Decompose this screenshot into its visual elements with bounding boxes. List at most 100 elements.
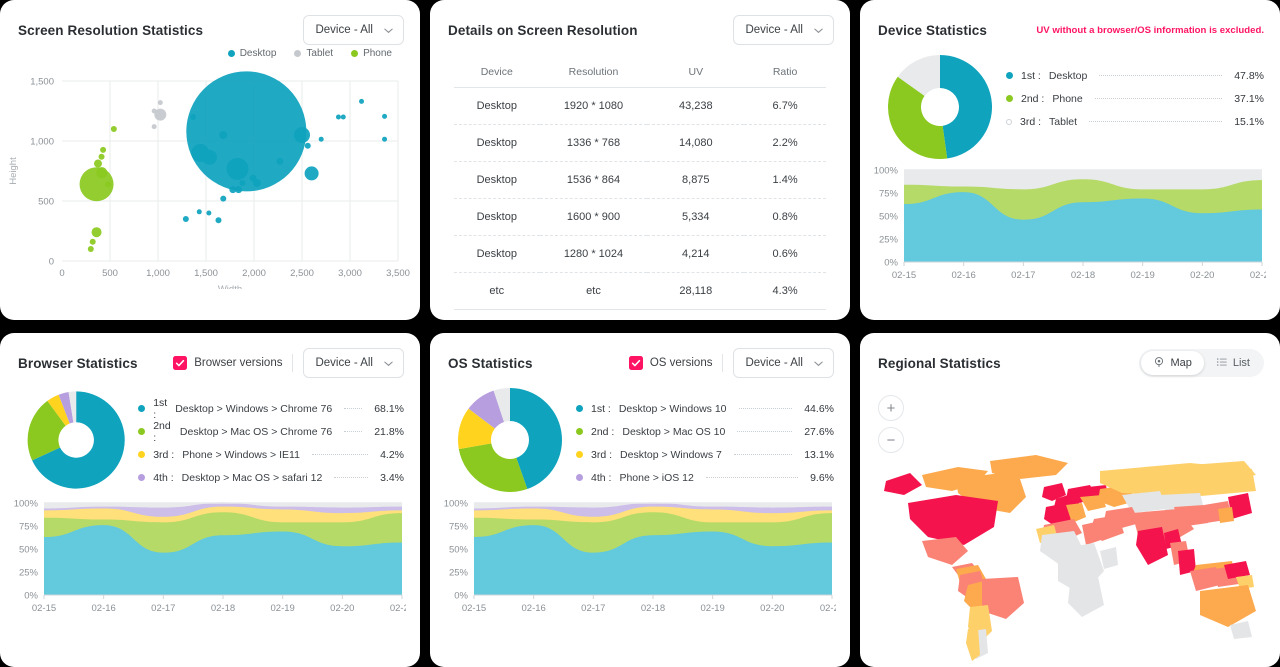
scatter-bubble[interactable] [206, 210, 212, 216]
rank-row[interactable]: 3rd : Desktop > Windows 7 13.1% [576, 443, 834, 466]
scatter-bubble[interactable] [304, 142, 311, 149]
scatter-bubble[interactable] [359, 98, 365, 104]
toggle-map-button[interactable]: Map [1141, 351, 1204, 375]
rank-row[interactable]: 1st : Desktop > Windows > Chrome 76 68.1% [138, 397, 404, 421]
map-region-australia[interactable] [1200, 585, 1256, 627]
donut-slice[interactable] [940, 55, 993, 159]
scatter-bubble[interactable] [151, 108, 157, 114]
table-row[interactable]: Desktop 1536 * 864 8,875 1.4% [454, 161, 826, 199]
column-header-device[interactable]: Device [454, 60, 540, 88]
map-region-chile[interactable] [966, 627, 980, 661]
map-region-south-africa[interactable] [1068, 577, 1104, 617]
device-filter-dropdown-browser[interactable]: Device - All [303, 348, 404, 378]
scatter-bubble[interactable] [94, 159, 102, 168]
rank-dot-icon [138, 474, 146, 481]
rank-dot-icon [1006, 72, 1013, 79]
scatter-bubble[interactable] [157, 100, 163, 106]
scatter-bubble[interactable] [110, 126, 117, 132]
legend-item-phone[interactable]: Phone [351, 48, 392, 59]
scatter-bubble[interactable] [318, 136, 324, 142]
column-header-uv[interactable]: UV [647, 60, 745, 88]
rank-label: Desktop > Mac OS > Chrome 76 [179, 425, 333, 438]
map-region-china-north[interactable] [1174, 505, 1208, 527]
scatter-bubble[interactable] [201, 149, 217, 165]
browser-area-chart[interactable]: 0% 25% 50% 75% 100% 02-15 02-16 02-17 02-18 02-19… [10, 495, 406, 619]
scatter-bubble[interactable] [91, 227, 102, 238]
zoom-in-button[interactable]: + [878, 395, 904, 421]
scatter-bubble[interactable] [226, 157, 249, 180]
scatter-bubble[interactable] [182, 216, 189, 222]
scatter-plot[interactable]: 0 500 1,000 1,500 0 500 1,000 1,500 2,000 2,500 3,… [0, 59, 420, 289]
device-filter-dropdown-details[interactable]: Device - All [733, 15, 834, 45]
scatter-bubble[interactable] [190, 114, 197, 120]
scatter-bubble[interactable] [235, 186, 243, 194]
x-axis-tick: 1,500 [194, 268, 218, 279]
scatter-bubble[interactable] [239, 180, 246, 186]
legend-item-desktop[interactable]: Desktop [227, 48, 276, 59]
table-row[interactable]: Desktop 1600 * 900 5,334 0.8% [454, 198, 826, 236]
scatter-bubble[interactable] [151, 124, 157, 130]
map-region-korea[interactable] [1218, 507, 1234, 523]
table-row[interactable]: etc etc 28,118 4.3% [454, 272, 826, 310]
legend-item-tablet[interactable]: Tablet [294, 48, 333, 59]
scatter-bubble[interactable] [382, 113, 388, 119]
scatter-bubble[interactable] [219, 131, 228, 139]
column-header-resolution[interactable]: Resolution [539, 60, 648, 88]
os-area-chart[interactable]: 0% 25% 50% 75% 100% 02-15 02-16 02-17 02-18 02-19… [440, 495, 836, 619]
x-axis-tick: 02-21 [1250, 270, 1266, 281]
scatter-bubble[interactable] [87, 246, 94, 252]
panel-header-controls: OS versions Device - All [628, 348, 834, 378]
rank-row[interactable]: 1st : Desktop 47.8% [1006, 64, 1264, 87]
browser-versions-label: Browser versions [194, 357, 283, 369]
rank-row[interactable]: 2nd : Desktop > Mac OS > Chrome 76 21.8% [138, 420, 404, 444]
browser-versions-checkbox[interactable]: Browser versions [173, 356, 282, 370]
map-region-india[interactable] [1136, 527, 1168, 565]
scatter-bubble[interactable] [340, 114, 346, 120]
scatter-bubble[interactable] [249, 174, 257, 182]
world-map[interactable]: + − [860, 379, 1280, 663]
scatter-bubble[interactable] [105, 181, 112, 188]
rank-row[interactable]: 4th : Desktop > Mac OS > safari 12 3.4% [138, 466, 404, 489]
device-filter-dropdown-os[interactable]: Device - All [733, 348, 834, 378]
scatter-bubble[interactable] [276, 157, 284, 165]
y-axis-tick: 0% [454, 590, 468, 601]
rank-row[interactable]: 4th : Phone > iOS 12 9.6% [576, 466, 834, 489]
panel-header: Regional Statistics Map List [860, 333, 1280, 379]
scatter-bubble[interactable] [220, 195, 227, 202]
map-region-east-africa[interactable] [1100, 547, 1118, 569]
table-row[interactable]: Desktop 1280 * 1024 4,214 0.6% [454, 235, 826, 273]
table-row[interactable]: Desktop 1920 * 1080 43,238 6.7% [454, 87, 826, 125]
scatter-bubble[interactable] [382, 136, 388, 142]
rank-dot-icon [576, 405, 583, 412]
rank-row[interactable]: 3rd : Phone > Windows > IE11 4.2% [138, 443, 404, 466]
scatter-bubble[interactable] [98, 153, 105, 160]
check-icon [173, 356, 188, 370]
device-area-chart[interactable]: 0% 25% 50% 75% 100% 02-15 02-16 02-17 02-18 02-19… [870, 162, 1266, 286]
os-donut-chart[interactable] [452, 385, 570, 495]
scatter-bubble[interactable] [89, 238, 96, 245]
device-donut-chart[interactable] [882, 52, 1000, 162]
rank-row[interactable]: 2nd : Desktop > Mac OS 10 27.6% [576, 420, 834, 443]
scatter-bubble[interactable] [100, 146, 107, 153]
device-filter-dropdown-scatter[interactable]: Device - All [303, 15, 404, 45]
table-row[interactable]: Desktop 1336 * 768 14,080 2.2% [454, 124, 826, 162]
toggle-list-button[interactable]: List [1204, 351, 1262, 375]
scatter-bubble[interactable] [294, 127, 310, 143]
x-axis-tick: 02-19 [701, 603, 725, 614]
scatter-bubble[interactable] [335, 114, 341, 120]
scatter-bubble[interactable] [304, 166, 319, 181]
rank-row[interactable]: 2nd : Phone 37.1% [1006, 87, 1264, 110]
browser-donut-chart[interactable] [22, 385, 132, 495]
donut-slice[interactable] [458, 443, 528, 492]
map-region-alaska[interactable] [884, 473, 922, 495]
panel-details-on-screen-resolution: Details on Screen Resolution Device - Al… [430, 0, 850, 320]
scatter-bubble[interactable] [96, 167, 108, 179]
rank-row[interactable]: 3rd : Tablet 15.1% [1006, 110, 1264, 133]
zoom-out-button[interactable]: − [878, 427, 904, 453]
scatter-bubble[interactable] [196, 209, 202, 215]
scatter-bubble[interactable] [215, 217, 222, 224]
os-versions-checkbox[interactable]: OS versions [628, 356, 712, 370]
column-header-ratio[interactable]: Ratio [744, 60, 826, 88]
map-region-north-africa-egypt[interactable] [1082, 521, 1104, 545]
rank-row[interactable]: 1st : Desktop > Windows 10 44.6% [576, 397, 834, 420]
